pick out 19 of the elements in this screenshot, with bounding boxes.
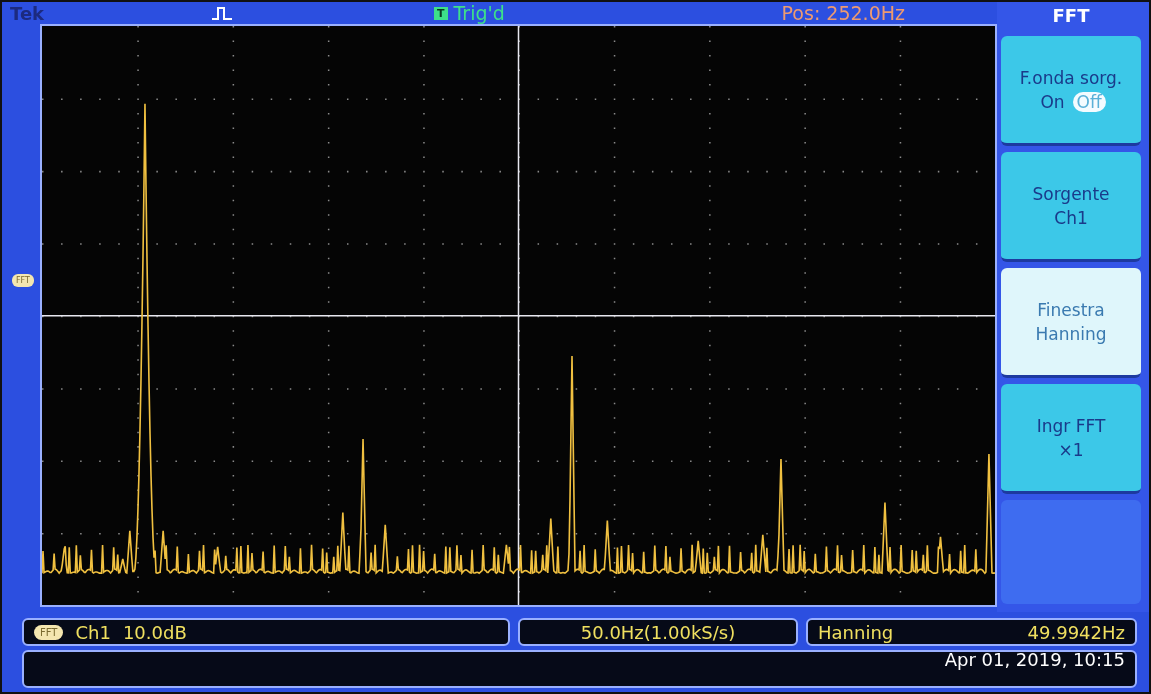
fft-badge: FFT <box>34 624 64 640</box>
brand-label: Tek <box>10 2 46 24</box>
position-readout: Pos: 252.0Hz <box>781 2 905 24</box>
trigger-status: Trig'd <box>453 2 505 24</box>
trace-marker: FFT <box>12 274 34 287</box>
window-label: Hanning <box>818 621 894 643</box>
menu-title: FFT <box>1051 4 1091 28</box>
frequency-value: 49.9942Hz <box>1027 621 1125 643</box>
toggle-option[interactable]: On <box>1036 91 1069 112</box>
channel-label: Ch1 <box>75 621 111 643</box>
menu-button[interactable]: Finestra Hanning <box>1001 268 1141 378</box>
trigger-badge: T <box>434 6 448 20</box>
menu-button[interactable]: Ingr FFT ×1 <box>1001 384 1141 494</box>
scale-value: 10.0dB <box>122 621 187 643</box>
timebase-readout: 50.0Hz(1.00kS/s) <box>518 618 798 646</box>
date-time: Apr 01, 2019, 10:15 <box>944 649 1125 670</box>
menu-button[interactable]: F.onda sorg. On Off <box>1001 36 1141 146</box>
pulse-icon <box>210 4 234 22</box>
menu-button[interactable]: Sorgente Ch1 <box>1001 152 1141 262</box>
